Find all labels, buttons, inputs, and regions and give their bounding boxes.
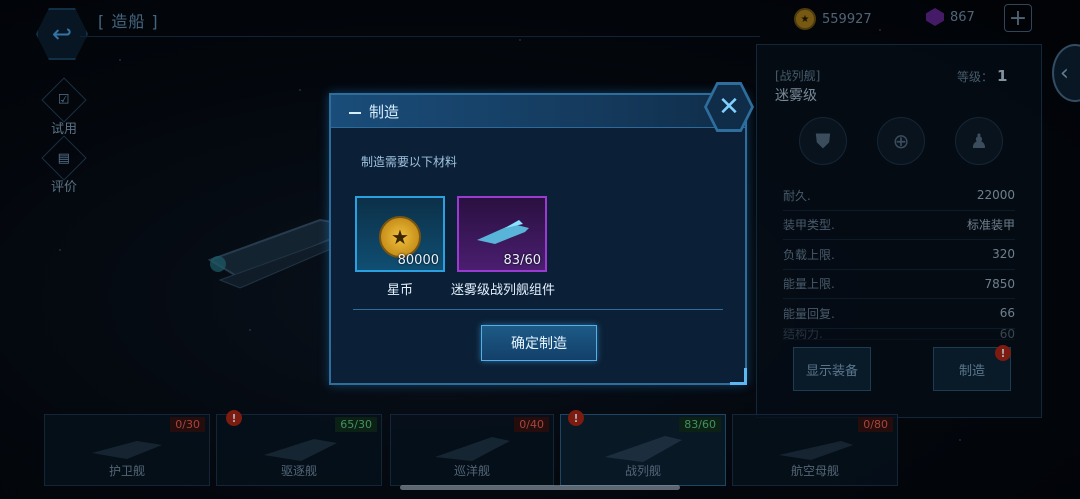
- corner-accent: [730, 368, 747, 385]
- dash-icon: [349, 111, 361, 114]
- material-name: 迷雾级战列舰组件: [450, 283, 555, 298]
- dialog-header: 制造: [331, 95, 745, 128]
- material-name: 星币: [386, 283, 413, 298]
- home-indicator[interactable]: [400, 485, 680, 490]
- star-coin-icon: ★: [379, 216, 421, 258]
- build-dialog: 制造 制造需要以下材料 ★ 80000 星币 83/60 迷雾级战列舰组件 确定…: [329, 93, 747, 385]
- dialog-title: 制造: [349, 101, 399, 122]
- material-slot-ship-part[interactable]: 83/60: [457, 196, 547, 272]
- material-slot-star-coin[interactable]: ★ 80000: [355, 196, 445, 272]
- ship-part-icon: [477, 220, 529, 244]
- confirm-build-button[interactable]: 确定制造: [481, 325, 597, 361]
- material-quantity: 80000: [397, 253, 439, 268]
- materials-subtitle: 制造需要以下材料: [361, 155, 458, 169]
- material-quantity: 83/60: [503, 253, 541, 268]
- close-icon: ✕: [707, 85, 751, 129]
- dialog-divider: [353, 309, 723, 310]
- dialog-title-text: 制造: [369, 103, 400, 121]
